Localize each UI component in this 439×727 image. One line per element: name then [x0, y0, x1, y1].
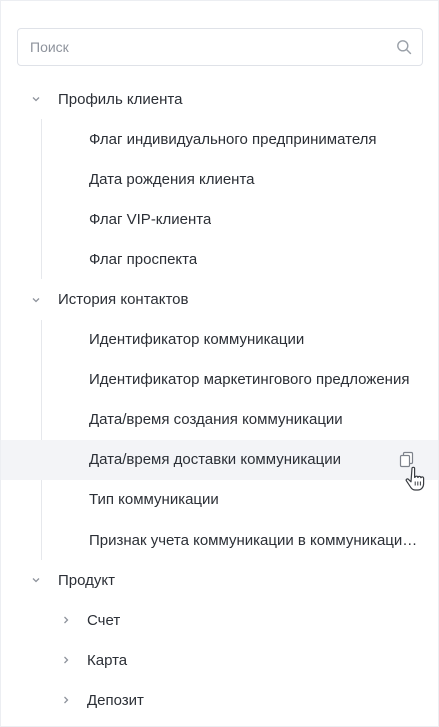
tree-subgroup-label: Счет — [87, 611, 121, 629]
tree-item-hovered[interactable]: Дата/время доставки коммуникации — [1, 439, 438, 480]
copy-icon[interactable] — [399, 451, 415, 469]
tree-item-label: Флаг индивидуального предпринимателя — [89, 130, 377, 148]
chevron-down-icon[interactable] — [29, 573, 43, 587]
tree-item[interactable]: Флаг индивидуального предпринимателя — [1, 119, 438, 159]
tree-item-label: Дата/время создания коммуникации — [89, 411, 343, 429]
tree-item-label: Признак учета коммуникации в коммуникаци… — [89, 531, 419, 549]
tree-group-label: Профиль клиента — [58, 90, 183, 108]
search-input[interactable] — [18, 29, 386, 65]
tree-item[interactable]: Дата/время создания коммуникации — [1, 400, 438, 440]
tree-item-label: Идентификатор маркетингового предложения — [89, 371, 410, 389]
tree-item-label: Тип коммуникации — [89, 491, 219, 509]
tree-item[interactable]: Флаг проспекта — [1, 239, 438, 279]
tree-group-children: Идентификатор коммуникации Идентификатор… — [1, 319, 438, 561]
chevron-down-icon[interactable] — [29, 92, 43, 106]
chevron-right-icon[interactable] — [59, 653, 73, 667]
tree-item-label: Дата/время доставки коммуникации — [89, 451, 341, 469]
tree-subgroup-account[interactable]: Счет — [1, 600, 438, 640]
chevron-right-icon[interactable] — [59, 693, 73, 707]
tree-item-label: Идентификатор коммуникации — [89, 331, 305, 349]
tree-group-product[interactable]: Продукт — [1, 560, 438, 600]
tree-item[interactable]: Флаг VIP-клиента — [1, 199, 438, 239]
search-box[interactable] — [17, 28, 423, 66]
tree-item[interactable]: Тип коммуникации — [1, 480, 438, 520]
tree-group-contact-history[interactable]: История контактов — [1, 279, 438, 319]
tree-group-label: История контактов — [58, 291, 189, 309]
search-icon[interactable] — [386, 29, 422, 65]
tree-group-client-profile[interactable]: Профиль клиента — [1, 79, 438, 119]
tree-subgroup-deposit[interactable]: Депозит — [1, 680, 438, 720]
tree-subgroup-label: Депозит — [87, 691, 144, 709]
tree-group-children: Счет Карта Депозит — [1, 600, 438, 720]
tree-item[interactable]: Дата рождения клиента — [1, 159, 438, 199]
tree-item-label: Дата рождения клиента — [89, 170, 255, 188]
tree-group-children: Флаг индивидуального предпринимателя Дат… — [1, 119, 438, 280]
tree-item-label: Флаг проспекта — [89, 250, 198, 268]
tree-item[interactable]: Идентификатор коммуникации — [1, 320, 438, 360]
chevron-right-icon[interactable] — [59, 613, 73, 627]
tree-item-label: Флаг VIP-клиента — [89, 210, 212, 228]
attribute-tree-panel: Профиль клиента Флаг индивидуального пре… — [0, 0, 439, 727]
tree-subgroup-label: Карта — [87, 651, 128, 669]
tree-item[interactable]: Идентификатор маркетингового предложения — [1, 360, 438, 400]
tree-item[interactable]: Признак учета коммуникации в коммуникаци… — [1, 520, 438, 560]
chevron-down-icon[interactable] — [29, 293, 43, 307]
tree-subgroup-card[interactable]: Карта — [1, 640, 438, 680]
attribute-tree: Профиль клиента Флаг индивидуального пре… — [1, 79, 438, 721]
tree-group-label: Продукт — [58, 571, 115, 589]
